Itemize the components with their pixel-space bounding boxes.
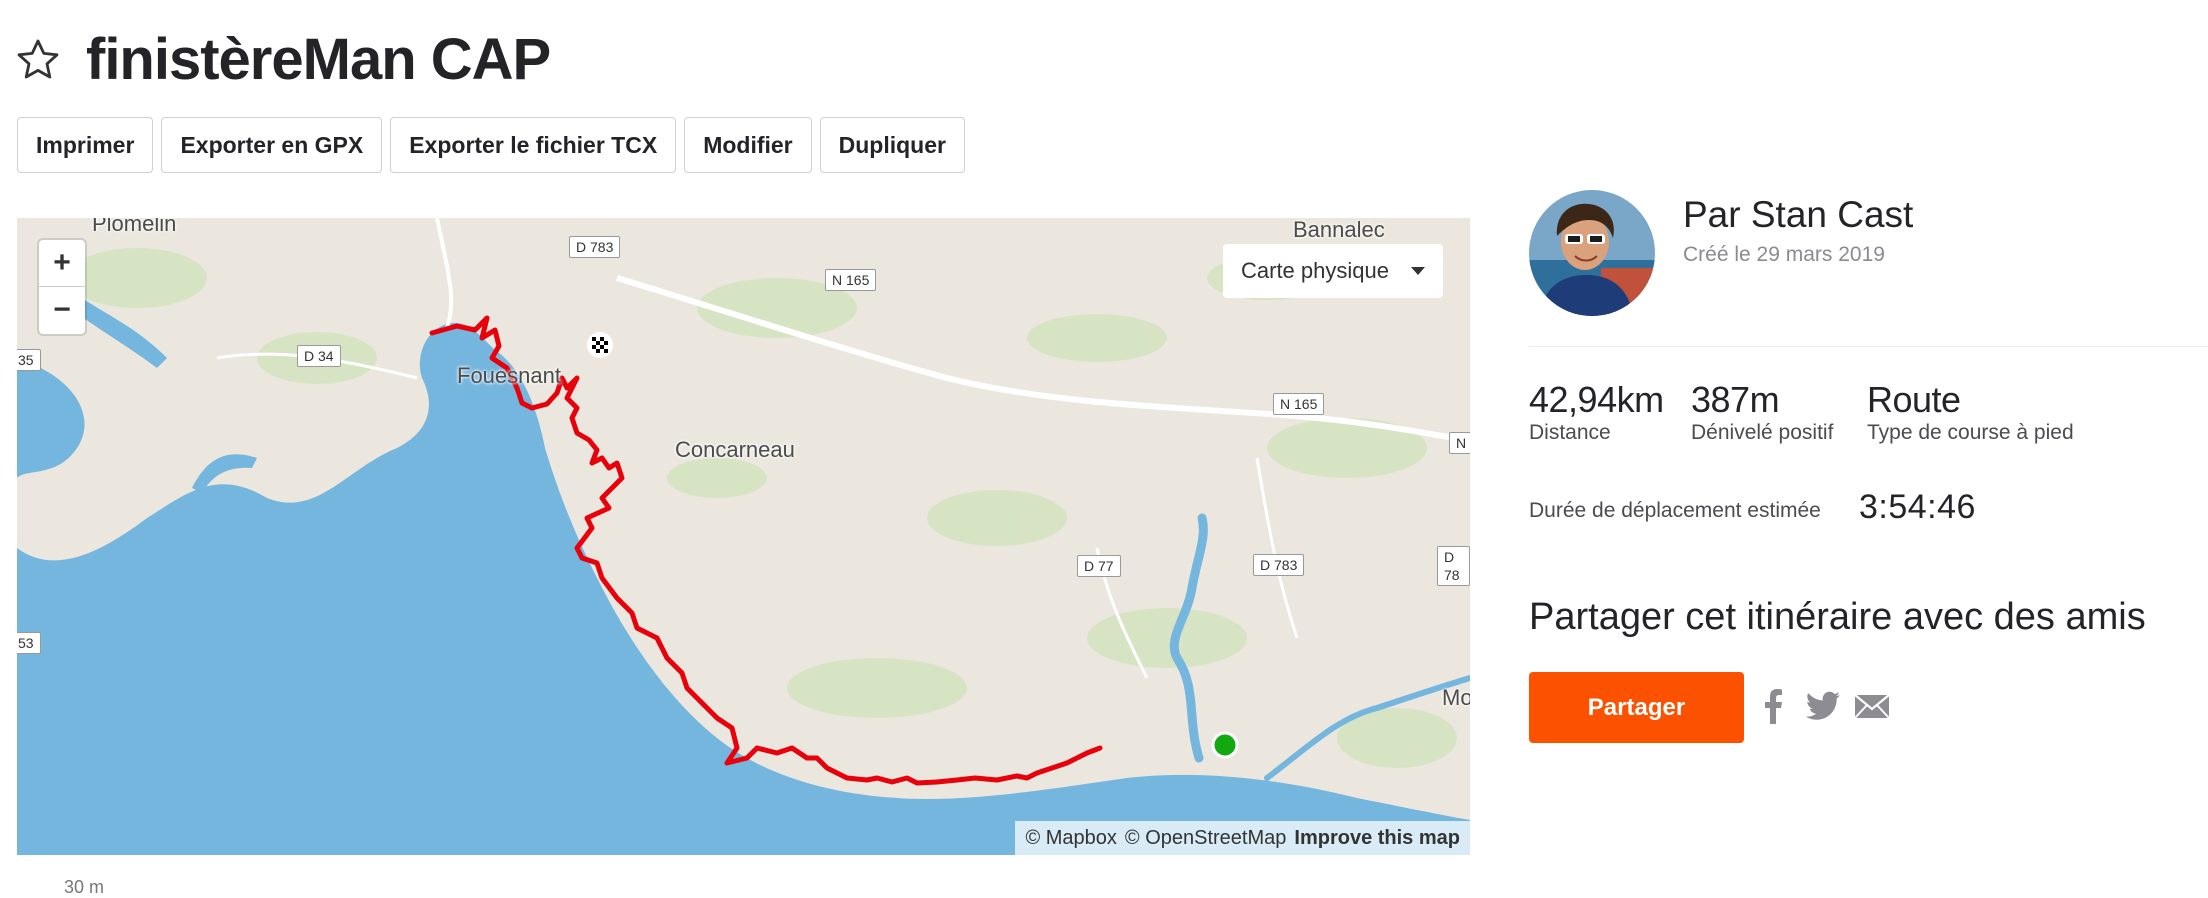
print-button[interactable]: Imprimer [17, 117, 154, 173]
export-gpx-button[interactable]: Exporter en GPX [161, 117, 383, 173]
zoom-out-button[interactable]: − [39, 287, 85, 333]
facebook-icon[interactable] [1754, 686, 1794, 726]
road-label: 53 [17, 632, 41, 654]
road-label: 35 [17, 349, 41, 371]
email-icon[interactable] [1852, 686, 1892, 726]
twitter-icon[interactable] [1803, 686, 1843, 726]
share-heading: Partager cet itinéraire avec des amis [1529, 596, 2146, 638]
road-label: N 165 [825, 269, 877, 291]
export-tcx-button[interactable]: Exporter le fichier TCX [390, 117, 677, 173]
map-layer-select[interactable]: Carte physique [1223, 244, 1443, 298]
duration-value: 3:54:46 [1859, 488, 1976, 526]
map-terrain [17, 218, 1470, 855]
created-date: Créé le 29 mars 2019 [1683, 243, 1885, 266]
place-label-plomelin: Plomelin [92, 218, 177, 236]
chevron-down-icon [1411, 267, 1425, 275]
stat-type: Route Type de course à pied [1867, 380, 2074, 446]
avatar-photo [1529, 190, 1655, 316]
road-label: D 783 [1253, 554, 1305, 576]
stat-label: Dénivelé positif [1691, 421, 1834, 444]
road-label: D 77 [1077, 555, 1121, 577]
place-label-concarneau: Concarneau [675, 437, 795, 462]
divider [1529, 346, 2208, 347]
place-label-bannalec: Bannalec [1293, 218, 1385, 242]
duplicate-button[interactable]: Dupliquer [819, 117, 965, 173]
stat-value: Route [1867, 379, 1961, 420]
road-label: D 783 [569, 236, 621, 258]
duration-label: Durée de déplacement estimée [1529, 499, 1821, 522]
athlete-name[interactable]: Par Stan Cast [1683, 194, 1913, 236]
stat-label: Distance [1529, 421, 1611, 444]
attribution-osm-link[interactable]: © OpenStreetMap [1125, 827, 1286, 850]
place-label-fouesnant: Fouesnant [457, 363, 561, 388]
share-button[interactable]: Partager [1529, 672, 1744, 743]
place-label-moelan: Mo [1442, 685, 1470, 710]
attribution-mapbox-link[interactable]: © Mapbox [1025, 827, 1116, 850]
stat-label: Type de course à pied [1867, 421, 2074, 444]
favorite-star-icon[interactable] [14, 36, 62, 84]
stat-distance: 42,94km Distance [1529, 380, 1664, 446]
zoom-in-button[interactable]: + [39, 240, 85, 287]
road-label: N 165 [1273, 393, 1325, 415]
page-title: finistèreMan CAP [86, 27, 551, 92]
map-attribution: © Mapbox © OpenStreetMap Improve this ma… [1015, 821, 1470, 855]
elevation-axis-label: 30 m [64, 877, 105, 897]
route-toolbar: Imprimer Exporter en GPX Exporter le fic… [17, 117, 965, 173]
stat-elevation: 387m Dénivelé positif [1691, 380, 1833, 446]
stat-value: 42,94km [1529, 379, 1664, 420]
route-map[interactable]: + − Carte physique Plomelin Fouesnant Co… [17, 218, 1470, 855]
stat-value: 387m [1691, 379, 1780, 420]
road-label: D 78 [1437, 546, 1470, 586]
map-layer-label: Carte physique [1241, 258, 1389, 283]
athlete-avatar[interactable] [1529, 190, 1655, 316]
road-label: D 34 [297, 345, 341, 367]
road-label: N [1449, 432, 1470, 454]
edit-button[interactable]: Modifier [684, 117, 812, 173]
improve-map-link[interactable]: Improve this map [1294, 827, 1460, 850]
zoom-control: + − [39, 240, 85, 334]
